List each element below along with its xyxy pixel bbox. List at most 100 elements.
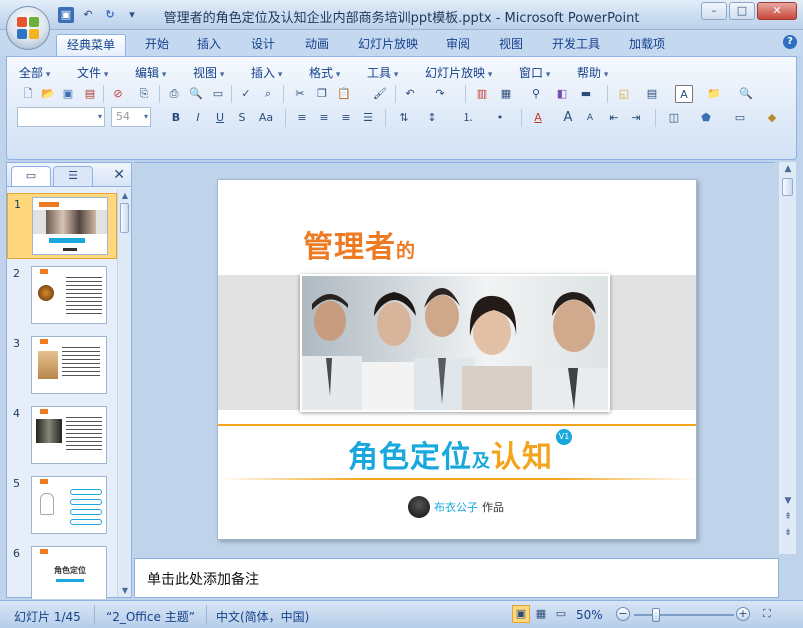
zoom-level[interactable]: 50%: [576, 608, 603, 622]
normal-view-icon[interactable]: ▣: [512, 605, 530, 623]
zoom-in-icon[interactable]: +: [736, 607, 750, 621]
tab-home[interactable]: 开始: [138, 34, 176, 56]
menu-help[interactable]: 帮助: [577, 64, 608, 81]
scroll-thumb[interactable]: [782, 178, 793, 196]
copy-icon[interactable]: ❐: [313, 85, 331, 103]
save-as-icon[interactable]: ▤: [81, 85, 99, 103]
zoom-out-icon[interactable]: −: [616, 607, 630, 621]
thumbnail-row[interactable]: 3: [7, 333, 117, 399]
shrink-font-icon[interactable]: A: [581, 109, 599, 127]
new-icon[interactable]: 🗋: [19, 85, 37, 103]
tab-animation[interactable]: 动画: [298, 34, 336, 56]
notes-pane[interactable]: 单击此处添加备注: [134, 558, 779, 598]
theme-name[interactable]: “2_Office 主题”: [106, 608, 195, 625]
scroll-thumb[interactable]: [120, 203, 129, 233]
research-icon[interactable]: ⌕: [259, 85, 277, 103]
zoom-slider-knob[interactable]: [652, 608, 660, 622]
outline-tab[interactable]: ☰: [53, 166, 93, 186]
author-credit[interactable]: 布衣公子 作品: [408, 496, 504, 518]
change-case-button[interactable]: Aa: [255, 109, 277, 127]
open-icon[interactable]: 📂: [39, 85, 57, 103]
justify-icon[interactable]: ☰: [359, 109, 377, 127]
office-button[interactable]: [6, 6, 50, 50]
align-left-icon[interactable]: ≡: [293, 109, 311, 127]
font-name-combo[interactable]: ▾: [17, 107, 105, 127]
scroll-up-icon[interactable]: ▲: [782, 164, 794, 174]
slide-thumbnail[interactable]: [31, 406, 107, 464]
slide-canvas[interactable]: 管理者的 角色定位及认知 V1 布衣公子 作品: [217, 179, 697, 540]
save-icon[interactable]: ▣: [59, 85, 77, 103]
menu-all[interactable]: 全部: [19, 64, 50, 81]
slides-tab[interactable]: ▭: [11, 166, 51, 186]
thumbnail-scrollbar[interactable]: ▲ ▼: [117, 189, 131, 597]
decrease-indent-icon[interactable]: ⇤: [605, 109, 623, 127]
attach-icon[interactable]: ⎘: [135, 85, 153, 103]
text-direction-icon[interactable]: ⇅: [395, 109, 413, 127]
shape-fill-icon[interactable]: ◆: [763, 109, 781, 127]
shape-outline-icon[interactable]: ▭: [731, 109, 749, 127]
font-color-icon[interactable]: A: [529, 109, 547, 127]
align-right-icon[interactable]: ≡: [337, 109, 355, 127]
increase-indent-icon[interactable]: ⇥: [627, 109, 645, 127]
menu-tools[interactable]: 工具: [367, 64, 398, 81]
thumbnail-row[interactable]: 1: [7, 193, 117, 259]
bold-button[interactable]: B: [167, 109, 185, 127]
tab-developer[interactable]: 开发工具: [545, 34, 607, 56]
new-slide-icon[interactable]: ◱: [615, 85, 633, 103]
hyperlink-icon[interactable]: ⚲: [527, 85, 545, 103]
grow-font-icon[interactable]: A: [559, 109, 577, 127]
tab-view[interactable]: 视图: [492, 34, 530, 56]
arrange-icon[interactable]: ◫: [665, 109, 683, 127]
close-pane-icon[interactable]: ✕: [113, 167, 125, 183]
print-preview-icon[interactable]: 🔍: [187, 85, 205, 103]
help-icon[interactable]: ?: [783, 35, 797, 49]
language-indicator[interactable]: 中文(简体，中国): [216, 608, 309, 625]
slide-sorter-view-icon[interactable]: ▦: [532, 605, 550, 623]
tab-review[interactable]: 审阅: [439, 34, 477, 56]
font-size-combo[interactable]: 54 ▾: [111, 107, 151, 127]
tab-design[interactable]: 设计: [244, 34, 282, 56]
menu-slideshow[interactable]: 幻灯片放映: [425, 64, 492, 81]
permission-icon[interactable]: ⊘: [109, 85, 127, 103]
tab-classic-menu[interactable]: 经典菜单: [56, 34, 126, 56]
menu-format[interactable]: 格式: [309, 64, 340, 81]
zoom-slider[interactable]: [634, 608, 734, 622]
chart-icon[interactable]: ▥: [473, 85, 491, 103]
team-photo[interactable]: [300, 274, 610, 412]
fit-to-window-icon[interactable]: ⛶: [758, 605, 776, 623]
print-icon[interactable]: ⎙: [165, 85, 183, 103]
scroll-down-icon[interactable]: ▼: [782, 496, 794, 506]
tab-insert[interactable]: 插入: [190, 34, 228, 56]
fill-color-icon[interactable]: ▬: [577, 85, 595, 103]
cut-icon[interactable]: ✂: [291, 85, 309, 103]
thumbnail-row[interactable]: 6 角色定位: [7, 543, 117, 599]
spelling-icon[interactable]: ✓: [237, 85, 255, 103]
slide-thumbnail[interactable]: [32, 197, 108, 255]
thumbnail-row[interactable]: 2: [7, 263, 117, 329]
thumbnail-row[interactable]: 4: [7, 403, 117, 469]
bullets-icon[interactable]: •: [491, 109, 509, 127]
minimize-button[interactable]: –: [701, 2, 727, 20]
previous-slide-icon[interactable]: ⇞: [782, 512, 794, 522]
textbox-icon[interactable]: A: [675, 85, 693, 103]
slide-view-icon[interactable]: ▭: [209, 85, 227, 103]
table-icon[interactable]: ▦: [497, 85, 515, 103]
align-center-icon[interactable]: ≡: [315, 109, 333, 127]
tab-slideshow[interactable]: 幻灯片放映: [352, 34, 424, 56]
menu-view[interactable]: 视图: [193, 64, 224, 81]
scroll-down-icon[interactable]: ▼: [120, 586, 130, 595]
italic-button[interactable]: I: [189, 109, 207, 127]
slide-thumbnail[interactable]: [31, 476, 107, 534]
search-icon[interactable]: 🔍: [737, 85, 755, 103]
shadow-button[interactable]: S: [233, 109, 251, 127]
paste-icon[interactable]: 📋: [335, 85, 353, 103]
close-button[interactable]: ✕: [757, 2, 797, 20]
slide-thumbnail[interactable]: [31, 266, 107, 324]
format-painter-icon[interactable]: 🖌: [371, 85, 389, 103]
numbering-icon[interactable]: ⒈: [459, 109, 477, 127]
color-scheme-icon[interactable]: ◧: [553, 85, 571, 103]
menu-insert[interactable]: 插入: [251, 64, 282, 81]
slide-title[interactable]: 管理者的: [303, 222, 416, 266]
next-slide-icon[interactable]: ⇟: [782, 528, 794, 538]
line-spacing-icon[interactable]: ↕: [423, 109, 441, 127]
